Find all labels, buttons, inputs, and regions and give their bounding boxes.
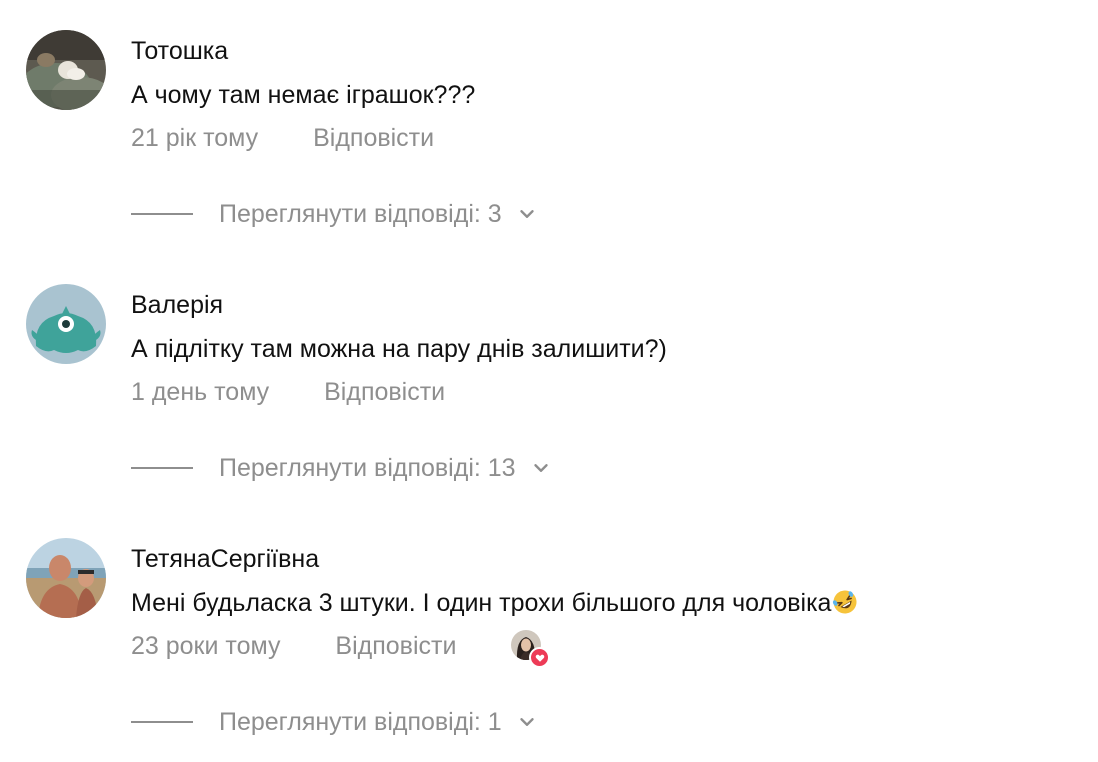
comment-username[interactable]: Валерія xyxy=(131,290,223,320)
reply-button[interactable]: Відповісти xyxy=(324,376,445,408)
avatar[interactable] xyxy=(26,538,106,618)
comment-item: Тотошка А чому там немає іграшок??? 21 р… xyxy=(0,0,1098,254)
photo-avatar-icon xyxy=(26,538,106,618)
chevron-down-icon xyxy=(533,464,548,472)
reply-button[interactable]: Відповісти xyxy=(313,122,434,154)
view-replies-button[interactable]: Переглянути відповіді: 3 xyxy=(131,198,538,230)
comment-text: А чому там немає іграшок??? xyxy=(131,81,476,109)
comment-meta: 21 рік тому Відповісти xyxy=(131,122,434,154)
photo-avatar-icon xyxy=(26,30,106,110)
monster-avatar-icon xyxy=(26,284,106,364)
view-replies-label: Переглянути відповіді: 1 xyxy=(219,708,502,736)
comment-timestamp: 23 роки тому xyxy=(131,632,281,660)
rolling-on-floor-laughing-emoji xyxy=(833,590,857,614)
divider-line xyxy=(131,213,193,215)
comment-meta: 23 роки тому Відповісти xyxy=(131,630,551,668)
comment-username[interactable]: ТетянаСергіївна xyxy=(131,544,319,574)
view-replies-button[interactable]: Переглянути відповіді: 13 xyxy=(131,452,552,484)
comment-timestamp: 1 день тому xyxy=(131,378,270,406)
comment-username[interactable]: Тотошка xyxy=(131,36,228,66)
heart-icon xyxy=(529,647,551,668)
comment-timestamp: 21 рік тому xyxy=(131,124,259,152)
comment-text: Мені будьласка 3 штуки. І один трохи біл… xyxy=(131,589,832,617)
view-replies-label: Переглянути відповіді: 3 xyxy=(219,200,502,228)
comment-text-row: Мені будьласка 3 штуки. І один трохи біл… xyxy=(131,587,858,619)
comment-meta: 1 день тому Відповісти xyxy=(131,376,445,408)
reply-button[interactable]: Відповісти xyxy=(335,630,456,662)
comment-item: Валерія А підлітку там можна на пару дні… xyxy=(0,254,1098,508)
comment-text: А підлітку там можна на пару днів залиши… xyxy=(131,335,667,363)
chevron-down-icon xyxy=(519,210,534,218)
avatar[interactable] xyxy=(26,30,106,110)
avatar[interactable] xyxy=(26,284,106,364)
view-replies-label: Переглянути відповіді: 13 xyxy=(219,454,516,482)
divider-line xyxy=(131,467,193,469)
view-replies-button[interactable]: Переглянути відповіді: 1 xyxy=(131,706,538,738)
chevron-down-icon xyxy=(519,718,534,726)
divider-line xyxy=(131,721,193,723)
liked-by-author-badge xyxy=(511,630,551,668)
comment-item: ТетянаСергіївна Мені будьласка 3 штуки. … xyxy=(0,508,1098,762)
